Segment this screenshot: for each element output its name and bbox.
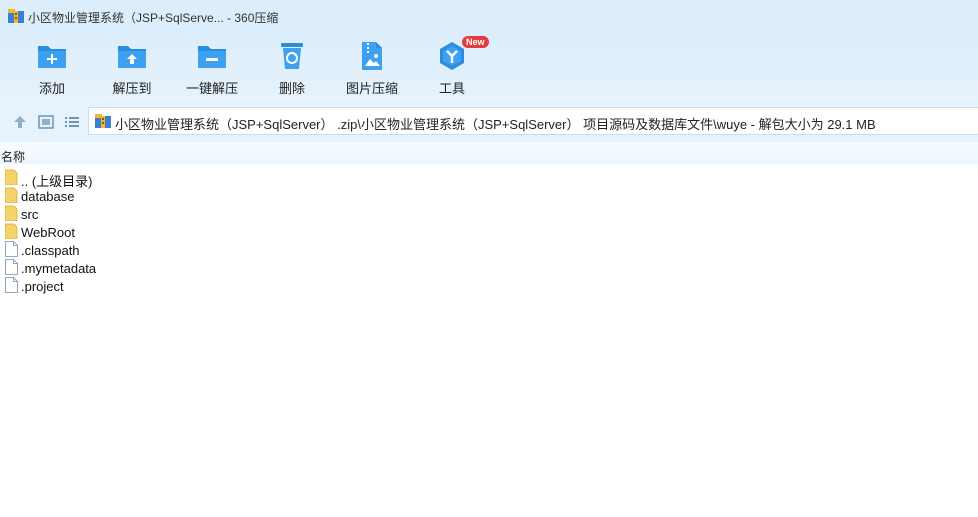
image-compress-label: 图片压缩 xyxy=(345,81,398,96)
recycle-bin-icon xyxy=(281,43,303,69)
folder-icon xyxy=(5,187,18,203)
delete-label: 删除 xyxy=(278,81,305,96)
list-item-name: WebRoot xyxy=(21,225,75,240)
list-item-name: database xyxy=(21,189,75,204)
new-badge: New xyxy=(462,36,489,48)
list-item-database[interactable]: database xyxy=(0,187,300,205)
add-folder-icon xyxy=(38,46,66,68)
image-compress-button[interactable]: 图片压缩 xyxy=(332,38,412,98)
add-button[interactable]: 添加 xyxy=(12,38,92,98)
file-icon xyxy=(5,241,18,257)
file-icon xyxy=(5,277,18,293)
list-item-name: .mymetadata xyxy=(21,261,97,276)
address-bar-row: 小区物业管理系统（JSP+SqlServer） .zip\小区物业管理系统（JS… xyxy=(0,102,978,142)
one-click-extract-icon xyxy=(198,46,226,68)
list-item-name: .project xyxy=(21,279,64,294)
list-item-mymetadata[interactable]: .mymetadata xyxy=(0,259,300,277)
folder-icon xyxy=(5,169,18,185)
column-name-header[interactable]: 名称 xyxy=(1,148,25,165)
list-view-icon[interactable] xyxy=(64,114,80,130)
list-header: 名称 xyxy=(0,142,978,164)
thumbnail-view-icon[interactable] xyxy=(38,114,54,130)
add-label: 添加 xyxy=(38,81,65,96)
list-item-project[interactable]: .project xyxy=(0,277,300,295)
archive-logo-icon xyxy=(8,9,24,23)
title-bar: 小区物业管理系统（JSP+SqlServe... - 360压缩 xyxy=(0,0,978,32)
list-item-parent-dir[interactable]: .. (上级目录) xyxy=(0,169,300,189)
extract-to-label: 解压到 xyxy=(112,81,152,96)
up-arrow-icon[interactable] xyxy=(12,114,28,130)
tools-label: 工具 xyxy=(438,81,465,96)
toolbar: 添加 解压到 一键解压 删除 图片压缩 New 工具 xyxy=(0,32,978,102)
list-item-name: .classpath xyxy=(21,243,80,258)
extract-to-icon xyxy=(118,46,146,68)
address-path: 小区物业管理系统（JSP+SqlServer） .zip\小区物业管理系统（JS… xyxy=(115,117,876,132)
extract-to-button[interactable]: 解压到 xyxy=(92,38,172,98)
delete-button[interactable]: 删除 xyxy=(252,38,332,98)
list-item-webroot[interactable]: WebRoot xyxy=(0,223,300,241)
list-item-classpath[interactable]: .classpath xyxy=(0,241,300,259)
image-compress-icon xyxy=(362,42,382,70)
file-icon xyxy=(5,259,18,275)
one-click-extract-label: 一键解压 xyxy=(185,81,238,96)
folder-icon xyxy=(5,223,18,239)
tools-button[interactable]: New 工具 xyxy=(412,36,492,98)
one-click-extract-button[interactable]: 一键解压 xyxy=(172,38,252,98)
window-title: 小区物业管理系统（JSP+SqlServe... - 360压缩 xyxy=(28,11,279,25)
folder-icon xyxy=(5,205,18,221)
address-field[interactable]: 小区物业管理系统（JSP+SqlServer） .zip\小区物业管理系统（JS… xyxy=(88,107,978,135)
list-item-src[interactable]: src xyxy=(0,205,300,223)
archive-icon xyxy=(95,114,111,128)
list-item-name: src xyxy=(21,207,39,222)
